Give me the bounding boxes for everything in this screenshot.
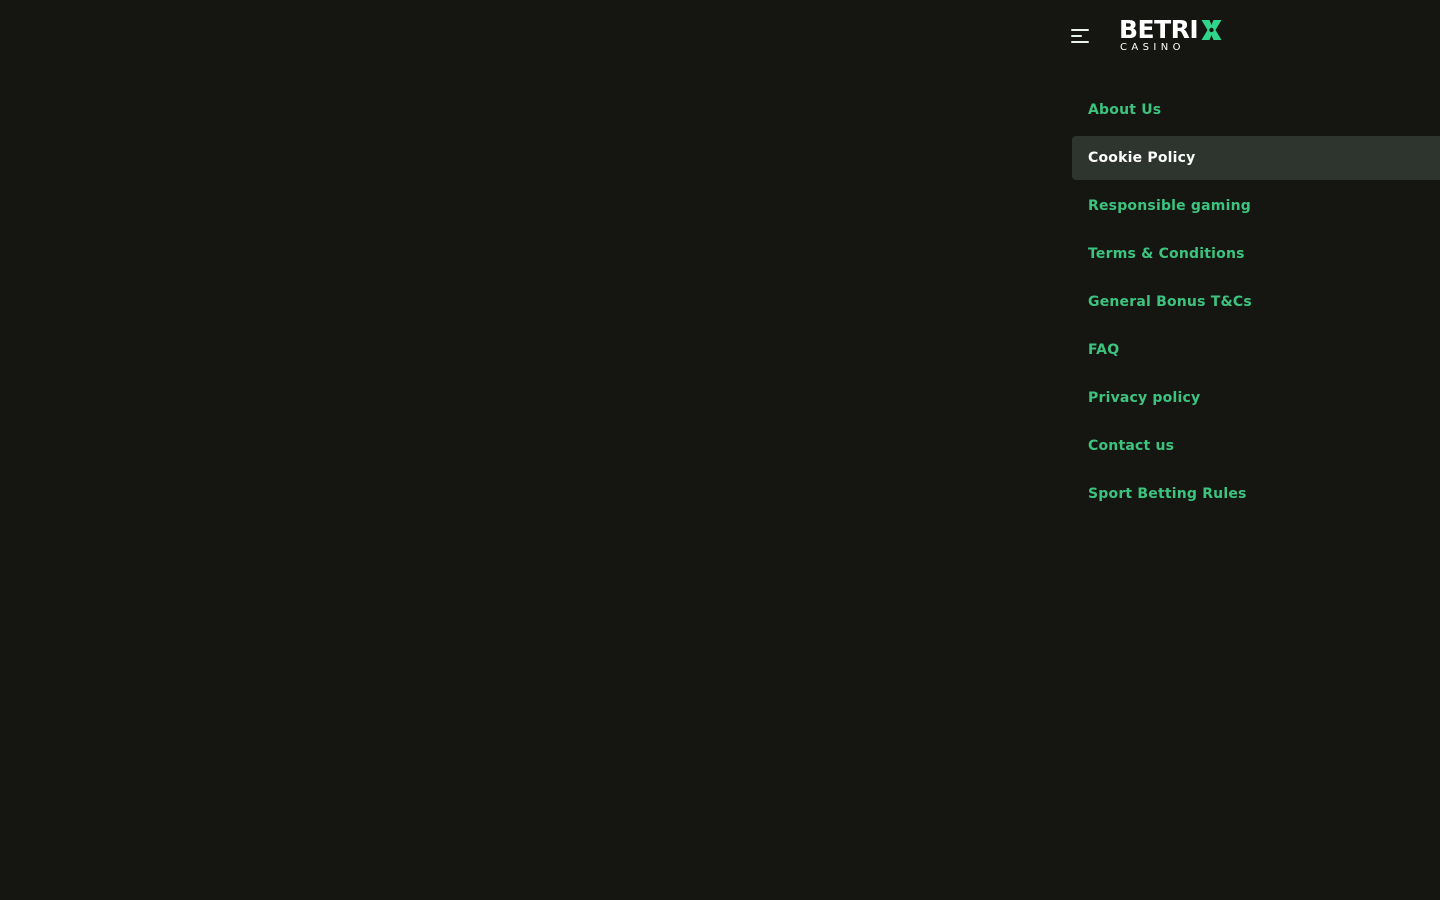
logo-wordmark: BETRI: [1119, 15, 1199, 44]
nav-item-about-us[interactable]: About Us: [1072, 88, 1440, 132]
footer-nav-list: About Us Cookie Policy Responsible gamin…: [1072, 88, 1440, 520]
nav-item-faq[interactable]: FAQ: [1072, 328, 1440, 372]
logo-subtitle: CASINO: [1120, 42, 1185, 53]
nav-item-general-bonus-tcs[interactable]: General Bonus T&Cs: [1072, 280, 1440, 324]
logo-wordmark-row: BETRI: [1119, 17, 1224, 43]
nav-item-contact-us[interactable]: Contact us: [1072, 424, 1440, 468]
hamburger-menu-icon[interactable]: [1066, 24, 1094, 48]
nav-item-sport-betting-rules[interactable]: Sport Betting Rules: [1072, 472, 1440, 516]
nav-item-terms-conditions[interactable]: Terms & Conditions: [1072, 232, 1440, 276]
page: BETRI CASINO About Us Cookie Policy Resp…: [0, 0, 1440, 900]
nav-item-cookie-policy[interactable]: Cookie Policy: [1072, 136, 1440, 180]
x-clover-icon: [1201, 20, 1222, 40]
nav-item-privacy-policy[interactable]: Privacy policy: [1072, 376, 1440, 420]
nav-item-responsible-gaming[interactable]: Responsible gaming: [1072, 184, 1440, 228]
site-logo[interactable]: BETRI CASINO: [1119, 17, 1253, 55]
